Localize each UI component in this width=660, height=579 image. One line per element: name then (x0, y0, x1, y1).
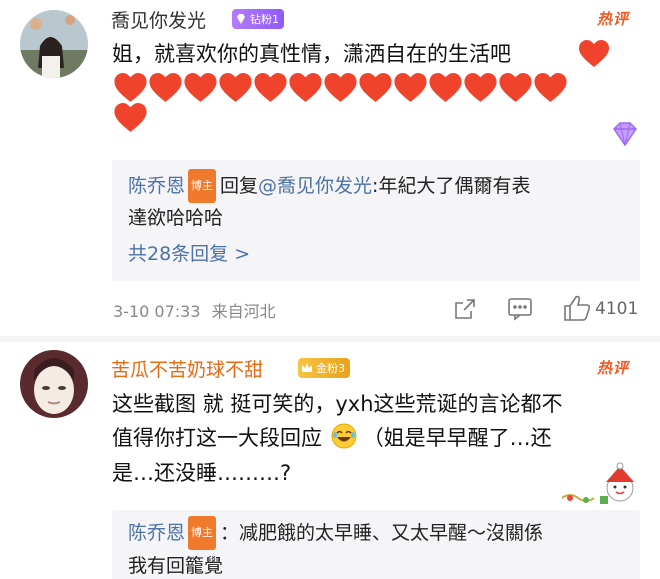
reply-line-1: 陈乔恩 博主 回复@喬见你发光:年紀大了偶爾有表 (128, 169, 530, 203)
christmas-decoration-icon (561, 462, 634, 504)
reply-author[interactable]: 陈乔恩 (128, 522, 185, 544)
comment-text-segment: （姐是早早醒了…还 (362, 426, 552, 450)
heart-emoji (579, 40, 609, 67)
fan-badge-label: 金粉3 (316, 362, 345, 375)
heart-emoji (534, 73, 567, 102)
comment-text-line: 是…还没睡………? (112, 461, 292, 485)
laugh-emoji (331, 423, 357, 449)
comment-text-line: 值得你打这一大段回应 （姐是早早醒了…还 (112, 420, 552, 456)
crown-icon (302, 363, 312, 372)
more-replies-link[interactable]: 共28条回复 > (128, 238, 250, 270)
heart-emoji (114, 73, 147, 102)
heart-emoji (324, 73, 357, 102)
fan-badge-label: 钻粉1 (250, 13, 279, 26)
comment-icon[interactable] (507, 297, 533, 321)
diamond-icon (237, 14, 245, 24)
heart-emoji (254, 73, 287, 102)
heart-emoji (149, 73, 182, 102)
reply-author[interactable]: 陈乔恩 (128, 175, 185, 197)
username[interactable]: 苦瓜不苦奶球不甜 (111, 355, 263, 382)
diamond-decoration-icon (613, 122, 637, 147)
reply-line-2: 我有回籠覺 (128, 555, 224, 577)
time-text: 3-10 07:33 (113, 302, 201, 321)
author-badge: 博主 (188, 516, 217, 550)
heart-emoji (499, 73, 532, 102)
mention-link[interactable]: @喬见你发光 (258, 175, 372, 197)
avatar[interactable] (20, 350, 88, 418)
source-text: 来自河北 (211, 302, 276, 321)
share-icon[interactable] (453, 297, 477, 321)
like-count: 4101 (595, 299, 639, 319)
reply-text: ：减肥餓的太早睡、又太早醒～沒關係 (220, 522, 544, 544)
avatar[interactable] (20, 10, 88, 78)
heart-emoji (464, 73, 497, 102)
username[interactable]: 喬见你发光 (111, 6, 206, 33)
reply-line-1: 陈乔恩 博主 ：减肥餓的太早睡、又太早醒～沒關係 (128, 516, 543, 550)
author-badge: 博主 (188, 169, 217, 203)
hot-comment-label: 热评 (597, 359, 630, 377)
hot-comment-label: 热评 (597, 10, 630, 28)
comment-text-line: 这些截图 就 挺可笑的，yxh这些荒诞的言论都不 (112, 392, 563, 416)
heart-emoji (289, 73, 322, 102)
reply-line-2: 達欲哈哈哈 (128, 207, 224, 229)
fan-badge[interactable]: 钻粉1 (232, 9, 284, 29)
reply-text: :年紀大了偶爾有表 (372, 175, 531, 197)
heart-emoji (114, 103, 147, 132)
fan-badge[interactable]: 金粉3 (298, 358, 350, 378)
comment-text-segment: 值得你打这一大段回应 (112, 426, 322, 450)
like-icon[interactable] (563, 294, 591, 322)
heart-emoji (184, 73, 217, 102)
comment-time: 3-10 07:33 来自河北 (113, 298, 276, 322)
comment-text: 姐，就喜欢你的真性情，潇洒自在的生活吧 (112, 42, 511, 66)
heart-emoji (219, 73, 252, 102)
heart-emoji (359, 73, 392, 102)
heart-emoji (394, 73, 427, 102)
reply-prefix: 回复 (220, 175, 259, 197)
heart-emoji-row (113, 73, 573, 133)
section-divider (0, 336, 660, 342)
heart-emoji (429, 73, 462, 102)
